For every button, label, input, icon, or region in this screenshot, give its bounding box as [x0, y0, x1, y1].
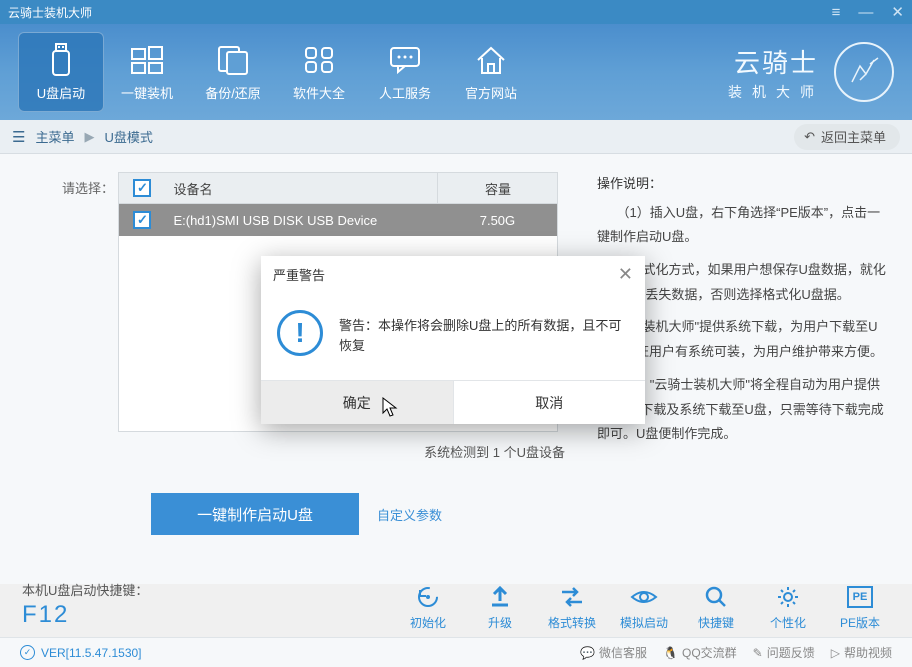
custom-params-link[interactable]: 自定义参数	[377, 505, 442, 524]
nav-website[interactable]: 官方网站	[448, 32, 534, 112]
tool-label: 个性化	[770, 614, 806, 631]
tool-personalize[interactable]: 个性化	[764, 584, 812, 631]
tool-hotkey[interactable]: 快捷键	[692, 584, 740, 631]
dialog-message: 警告：本操作将会删除U盘上的所有数据，且不可恢复	[339, 310, 629, 355]
convert-icon	[559, 584, 585, 610]
warning-icon: !	[277, 310, 323, 356]
cancel-button[interactable]: 取消	[454, 381, 646, 424]
reset-icon	[416, 584, 440, 610]
tool-format[interactable]: 格式转换	[548, 584, 596, 631]
instruction-step: （1）插入U盘，右下角选择“PE版本”，点击一键制作启动U盘。	[597, 201, 888, 250]
return-main-button[interactable]: ↶ 返回主菜单	[794, 124, 900, 150]
chat-icon	[388, 43, 422, 77]
undo-icon: ↶	[804, 129, 815, 145]
titlebar: 云骑士装机大师 ≡ — ✕	[0, 0, 912, 24]
upload-icon	[488, 584, 512, 610]
breadcrumb-sub: U盘模式	[104, 127, 152, 146]
chevron-right-icon: ▶	[84, 129, 94, 145]
nav-oneclick[interactable]: 一键装机	[104, 32, 190, 112]
select-all-checkbox[interactable]: ✓	[133, 179, 151, 197]
breadcrumb-main[interactable]: 主菜单	[35, 127, 74, 146]
nav-label: 一键装机	[121, 83, 173, 102]
version-text: VER[11.5.47.1530]	[41, 646, 142, 660]
status-bar: ✓ VER[11.5.47.1530] 💬 微信客服 🐧 QQ交流群 ✎ 问题反…	[0, 637, 912, 667]
link-wechat[interactable]: 💬 微信客服	[580, 644, 647, 661]
nav-backup[interactable]: 备份/还原	[190, 32, 276, 112]
hotkey-label: 本机U盘启动快捷键：	[22, 580, 148, 599]
tool-label: 格式转换	[548, 614, 596, 631]
tool-label: 快捷键	[698, 614, 734, 631]
nav-label: U盘启动	[37, 83, 85, 102]
search-icon	[704, 584, 728, 610]
nav-software[interactable]: 软件大全	[276, 32, 362, 112]
home-icon	[474, 43, 508, 77]
close-icon[interactable]: ✕	[891, 5, 904, 20]
apps-icon	[303, 43, 335, 77]
brand-sub: 装机大师	[728, 82, 824, 102]
table-row[interactable]: ✓ E:(hd1)SMI USB DISK USB Device 7.50G	[119, 204, 557, 236]
link-feedback[interactable]: ✎ 问题反馈	[753, 644, 815, 661]
minimize-icon[interactable]: —	[858, 5, 873, 20]
dialog-title: 严重警告	[273, 265, 325, 284]
tool-pe-version[interactable]: PE PE版本	[836, 584, 884, 631]
app-title: 云骑士装机大师	[8, 4, 92, 21]
brand: 云骑士 装机大师	[728, 42, 894, 102]
breadcrumb: ☰ 主菜单 ▶ U盘模式 ↶ 返回主菜单	[0, 120, 912, 154]
hotkey-info: 本机U盘启动快捷键： F12	[22, 580, 148, 629]
instructions-title: 操作说明：	[597, 172, 888, 197]
ok-button[interactable]: 确定	[261, 381, 454, 424]
th-device-name: 设备名	[165, 179, 437, 198]
tool-label: 初始化	[410, 614, 446, 631]
windows-icon	[130, 43, 164, 77]
version-info[interactable]: ✓ VER[11.5.47.1530]	[20, 645, 142, 660]
nav-usb-boot[interactable]: U盘启动	[18, 32, 104, 112]
brand-name: 云骑士	[734, 43, 818, 80]
pe-icon: PE	[847, 584, 873, 610]
nav-label: 官方网站	[465, 83, 517, 102]
tool-upgrade[interactable]: 升级	[476, 584, 524, 631]
th-capacity: 容量	[437, 173, 557, 203]
nav-support[interactable]: 人工服务	[362, 32, 448, 112]
window-controls: ≡ — ✕	[832, 5, 904, 20]
device-size: 7.50G	[437, 213, 557, 228]
device-name: E:(hd1)SMI USB DISK USB Device	[165, 213, 437, 228]
backup-icon	[216, 43, 250, 77]
row-checkbox[interactable]: ✓	[133, 211, 151, 229]
make-usb-button[interactable]: 一键制作启动U盘	[151, 493, 359, 535]
tool-initialize[interactable]: 初始化	[404, 584, 452, 631]
nav-label: 备份/还原	[205, 83, 261, 102]
brand-logo-icon	[834, 42, 894, 102]
usb-icon	[48, 43, 74, 77]
select-label: 请选择：	[24, 172, 114, 197]
tool-label: PE版本	[840, 614, 880, 631]
warning-dialog: 严重警告 ✕ ! 警告：本操作将会删除U盘上的所有数据，且不可恢复 确定 取消	[261, 256, 645, 424]
bottom-toolbar: 初始化 升级 格式转换 模拟启动 快捷键 个性化 PE PE版本	[404, 584, 884, 631]
nav-label: 软件大全	[293, 83, 345, 102]
top-nav: U盘启动 一键装机 备份/还原 软件大全 人工服务 官方网站 云骑士 装机大师	[0, 24, 912, 120]
eye-icon	[630, 584, 658, 610]
menu-icon[interactable]: ≡	[832, 5, 841, 20]
tool-label: 升级	[488, 614, 512, 631]
list-icon: ☰	[12, 128, 25, 146]
hotkey-value: F12	[22, 601, 148, 629]
gear-icon	[776, 584, 800, 610]
tool-label: 模拟启动	[620, 614, 668, 631]
detect-status: 系统检测到 1 个U盘设备	[24, 442, 569, 461]
tool-simulate[interactable]: 模拟启动	[620, 584, 668, 631]
nav-label: 人工服务	[379, 83, 431, 102]
link-qq[interactable]: 🐧 QQ交流群	[663, 644, 737, 661]
dialog-close-button[interactable]: ✕	[618, 264, 633, 285]
link-help[interactable]: ▷ 帮助视频	[831, 644, 892, 661]
table-header: ✓ 设备名 容量	[119, 172, 557, 204]
check-circle-icon: ✓	[20, 645, 35, 660]
return-label: 返回主菜单	[821, 127, 886, 146]
